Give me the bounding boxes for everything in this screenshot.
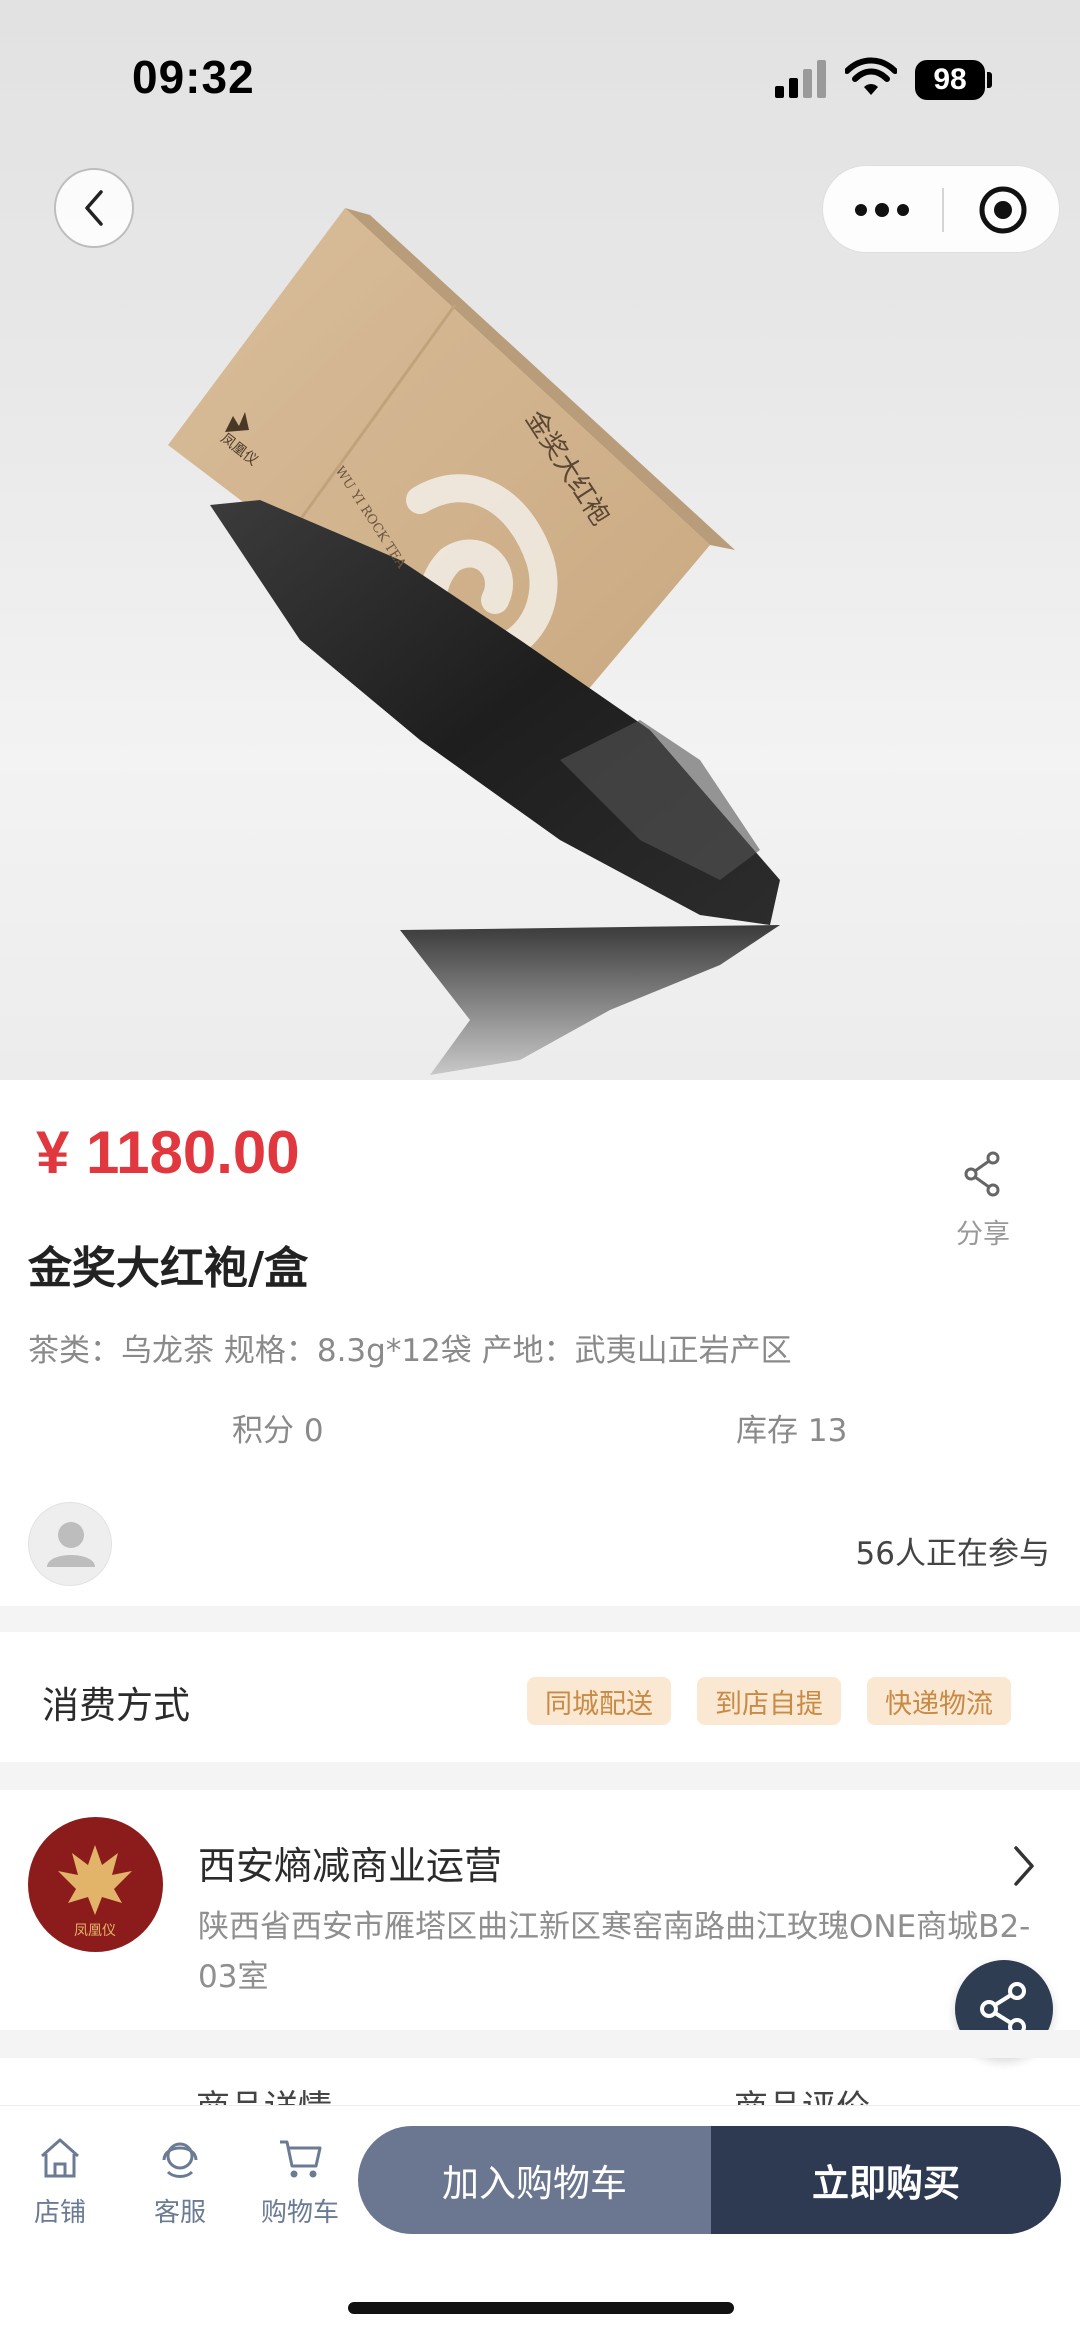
phoenix-logo-icon: 凤凰仪 [58, 1845, 132, 1939]
chevron-left-icon [85, 190, 103, 226]
customer-service-icon [162, 2142, 198, 2178]
home-indicator [348, 2302, 734, 2314]
points-label: 积分 0 [232, 1413, 324, 1449]
detail-tabs: 商品详情 商品评价 [0, 2060, 1080, 2106]
section-divider [0, 1606, 1080, 1632]
store-logo-text: 凤凰仪 [74, 1923, 116, 1939]
status-bar: 09:32 98 [0, 0, 1080, 130]
product-title: 金奖大红袍/盒 [28, 1243, 309, 1294]
status-time: 09:32 [132, 51, 255, 103]
share-icon [980, 1982, 1026, 2036]
battery-cap [987, 72, 992, 88]
more-button[interactable] [823, 166, 941, 254]
tag-store-pickup: 到店自提 [697, 1677, 841, 1725]
product-specs: 茶类：乌龙茶 规格：8.3g*12袋 产地：武夷山正岩产区 [28, 1333, 792, 1369]
chevron-right-icon[interactable] [1008, 1842, 1038, 1890]
store-name[interactable]: 西安熵减商业运营 [198, 1835, 502, 1890]
default-user-icon [47, 1522, 95, 1567]
tab-product-details[interactable]: 商品详情 [196, 2080, 332, 2106]
stock-label: 库存 13 [736, 1413, 848, 1449]
cellular-signal-icon [775, 60, 826, 98]
avatar [28, 1502, 112, 1586]
back-button[interactable] [54, 168, 134, 248]
tab-product-reviews[interactable]: 商品评价 [734, 2080, 870, 2106]
tag-express-shipping: 快递物流 [867, 1677, 1011, 1725]
participants-count: 56人正在参与 [855, 1536, 1050, 1572]
nav-store[interactable]: 店铺 [10, 2134, 110, 2229]
more-dots-icon [855, 203, 909, 217]
nav-cart[interactable]: 购物车 [250, 2134, 350, 2229]
nav-cart-label: 购物车 [260, 2198, 339, 2228]
wifi-icon [845, 57, 897, 95]
consumption-label: 消费方式 [42, 1684, 190, 1727]
product-image[interactable]: 金奖大红袍 WU YI ROCK TEA 凤凰仪 09:32 98 [0, 0, 1080, 1080]
share-button[interactable]: 分享 [940, 1150, 1026, 1270]
nav-customer-service-label: 客服 [153, 2198, 206, 2228]
store-address: 陕西省西安市雁塔区曲江新区寒窑南路曲江玫瑰ONE商城B2-03室 [198, 1909, 1031, 1995]
share-icon [964, 1151, 1000, 1197]
cart-icon [280, 2140, 322, 2178]
nav-store-label: 店铺 [33, 2198, 86, 2228]
nav-customer-service[interactable]: 客服 [130, 2134, 230, 2229]
tea-box-on-driftwood-image: 金奖大红袍 WU YI ROCK TEA 凤凰仪 [168, 208, 780, 1075]
add-to-cart-button[interactable]: 加入购物车 [358, 2126, 711, 2234]
close-mini-program-button[interactable] [944, 166, 1061, 254]
target-circle-icon [979, 186, 1026, 234]
share-label: 分享 [956, 1219, 1010, 1250]
section-divider [0, 1762, 1080, 1790]
store-icon [41, 2138, 79, 2178]
buy-now-button[interactable]: 立即购买 [711, 2126, 1061, 2234]
battery-icon: 98 [915, 60, 985, 100]
mini-program-capsule [822, 165, 1060, 253]
tag-local-delivery: 同城配送 [527, 1677, 671, 1725]
product-price: ¥ 1180.00 [36, 1119, 300, 1186]
section-divider [0, 2030, 1080, 2058]
store-logo[interactable]: 凤凰仪 [28, 1817, 163, 1952]
